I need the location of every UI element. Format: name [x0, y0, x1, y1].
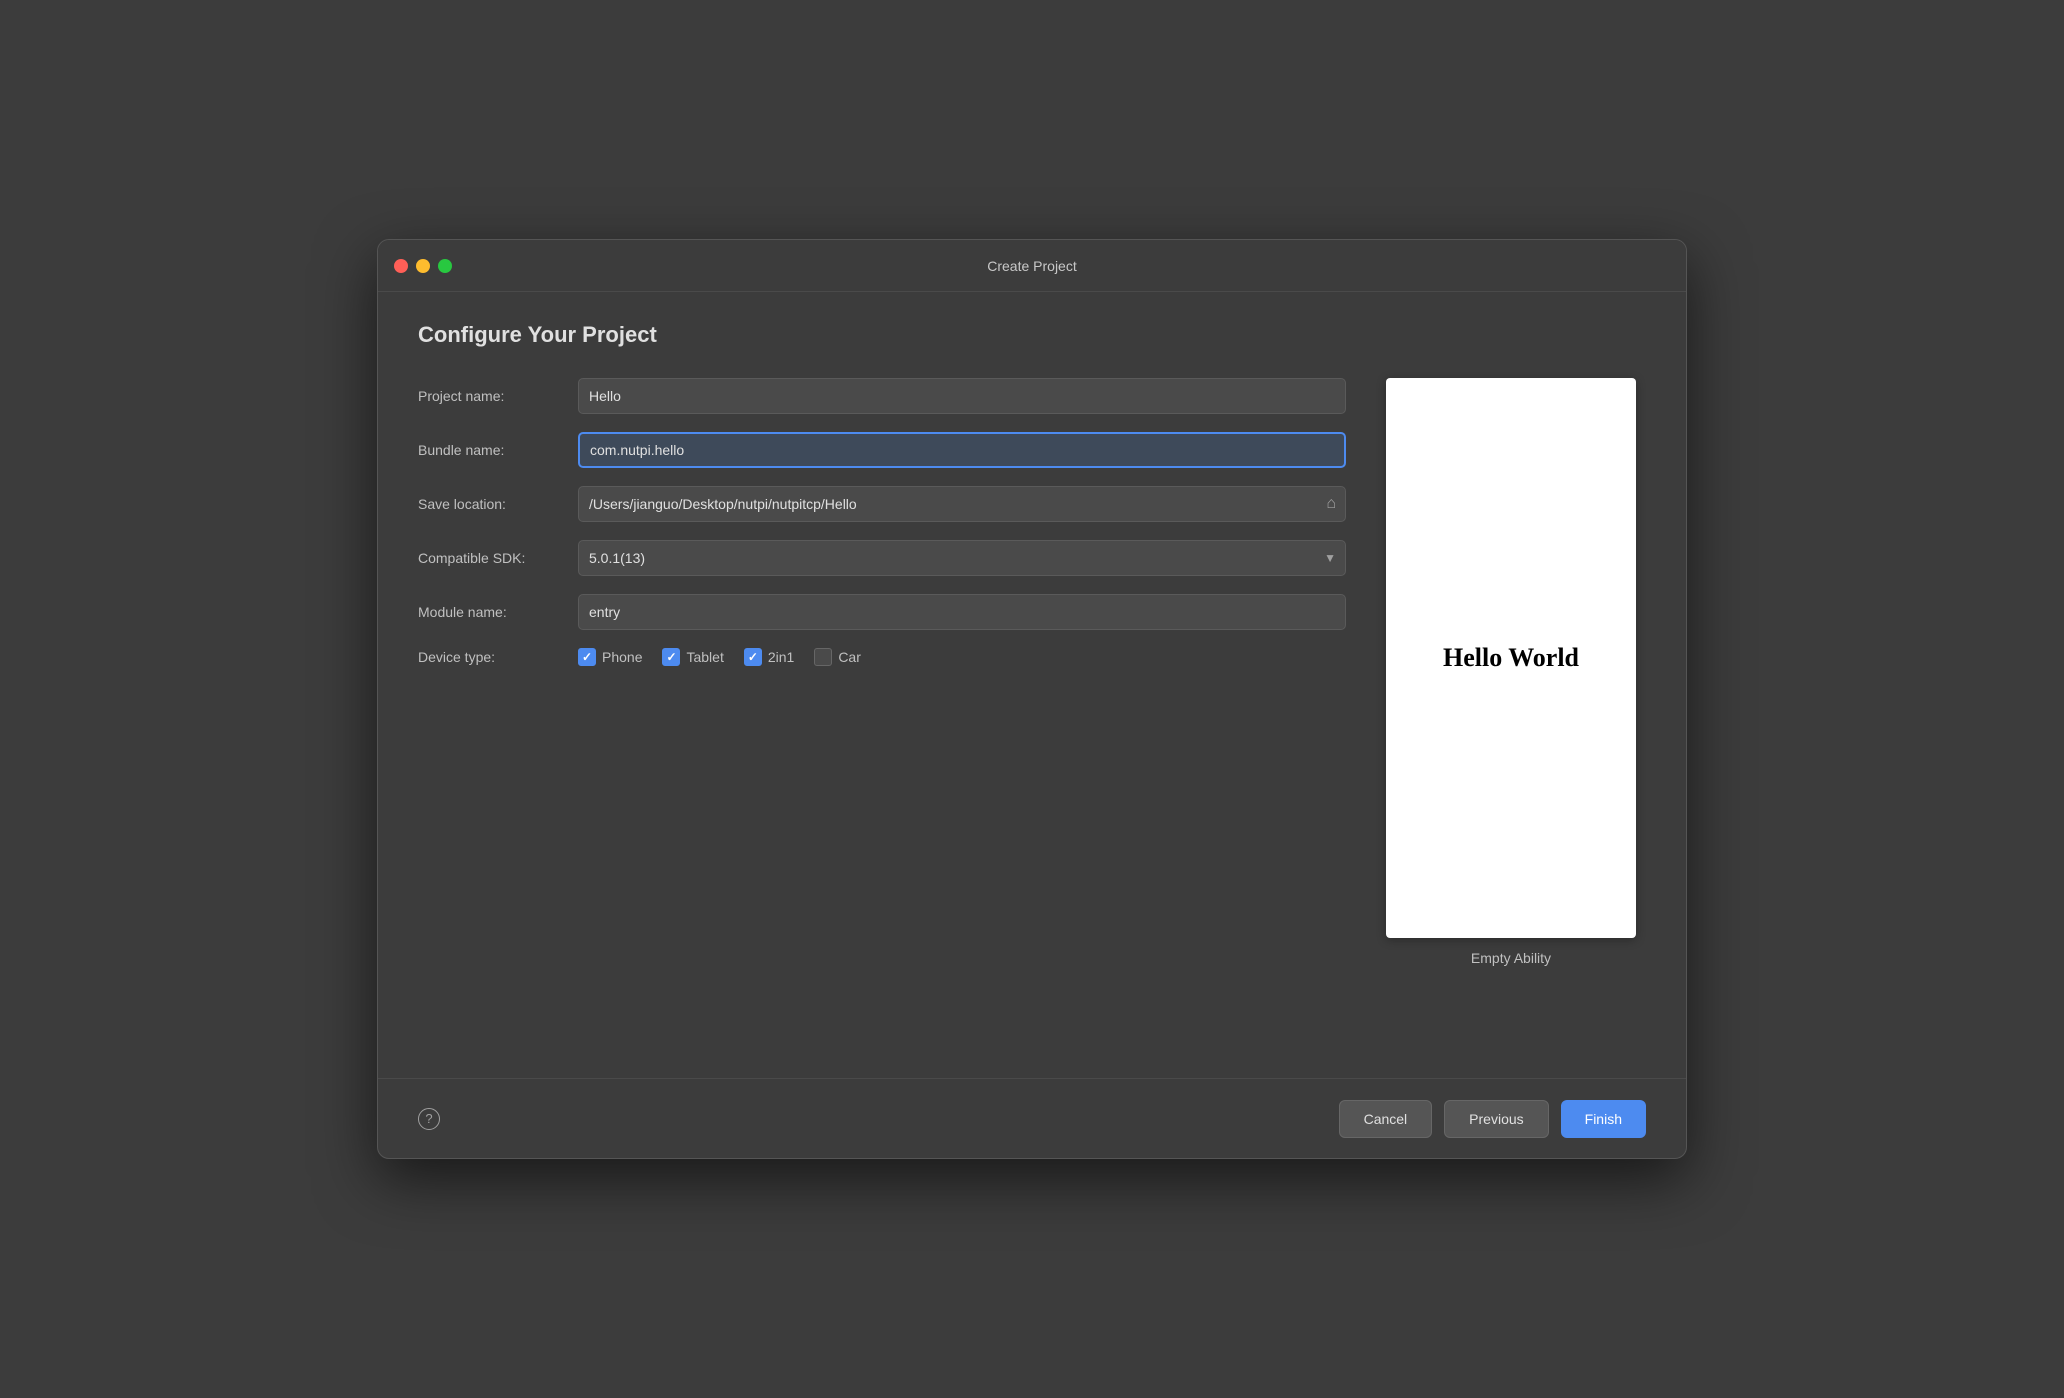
- 2in1-label: 2in1: [768, 649, 794, 665]
- device-type-row: Device type: ✓ Phone ✓ Tablet: [418, 648, 1346, 666]
- cancel-button[interactable]: Cancel: [1339, 1100, 1433, 1138]
- project-name-input[interactable]: [578, 378, 1346, 414]
- preview-phone: Hello World: [1386, 378, 1636, 938]
- bundle-name-row: Bundle name:: [418, 432, 1346, 468]
- module-name-label: Module name:: [418, 604, 578, 620]
- finish-button[interactable]: Finish: [1561, 1100, 1646, 1138]
- phone-label: Phone: [602, 649, 642, 665]
- module-name-input[interactable]: [578, 594, 1346, 630]
- content-area: Configure Your Project Project name: Bun…: [378, 292, 1686, 1078]
- phone-checkmark: ✓: [582, 650, 592, 664]
- phone-checkbox-item[interactable]: ✓ Phone: [578, 648, 642, 666]
- create-project-window: Create Project Configure Your Project Pr…: [377, 239, 1687, 1159]
- footer-buttons: Cancel Previous Finish: [1339, 1100, 1646, 1138]
- device-type-label: Device type:: [418, 649, 578, 665]
- tablet-checkmark: ✓: [666, 650, 676, 664]
- save-location-row: Save location: ⌂: [418, 486, 1346, 522]
- 2in1-checkbox[interactable]: ✓: [744, 648, 762, 666]
- previous-button[interactable]: Previous: [1444, 1100, 1548, 1138]
- module-name-row: Module name:: [418, 594, 1346, 630]
- page-title: Configure Your Project: [418, 322, 1646, 348]
- tablet-checkbox[interactable]: ✓: [662, 648, 680, 666]
- help-icon[interactable]: ?: [418, 1108, 440, 1130]
- compatible-sdk-row: Compatible SDK: 5.0.1(13) ▼: [418, 540, 1346, 576]
- compatible-sdk-label: Compatible SDK:: [418, 550, 578, 566]
- main-area: Project name: Bundle name: Save location…: [418, 378, 1646, 1078]
- save-location-wrapper: ⌂: [578, 486, 1346, 522]
- save-location-label: Save location:: [418, 496, 578, 512]
- sdk-select[interactable]: 5.0.1(13): [578, 540, 1346, 576]
- bundle-name-label: Bundle name:: [418, 442, 578, 458]
- 2in1-checkmark: ✓: [748, 650, 758, 664]
- car-checkbox[interactable]: [814, 648, 832, 666]
- tablet-checkbox-item[interactable]: ✓ Tablet: [662, 648, 723, 666]
- project-name-row: Project name:: [418, 378, 1346, 414]
- device-type-options: ✓ Phone ✓ Tablet ✓: [578, 648, 861, 666]
- maximize-button[interactable]: [438, 259, 452, 273]
- project-name-label: Project name:: [418, 388, 578, 404]
- phone-checkbox[interactable]: ✓: [578, 648, 596, 666]
- traffic-lights: [394, 259, 452, 273]
- minimize-button[interactable]: [416, 259, 430, 273]
- close-button[interactable]: [394, 259, 408, 273]
- hello-world-text: Hello World: [1443, 643, 1579, 673]
- car-checkbox-item[interactable]: Car: [814, 648, 861, 666]
- preview-label: Empty Ability: [1471, 950, 1551, 966]
- folder-icon[interactable]: ⌂: [1326, 495, 1336, 513]
- car-label: Car: [838, 649, 861, 665]
- title-bar: Create Project: [378, 240, 1686, 292]
- footer: ? Cancel Previous Finish: [378, 1078, 1686, 1158]
- 2in1-checkbox-item[interactable]: ✓ 2in1: [744, 648, 794, 666]
- preview-section: Hello World Empty Ability: [1376, 378, 1646, 1078]
- bundle-name-input[interactable]: [578, 432, 1346, 468]
- help-symbol: ?: [425, 1111, 432, 1126]
- save-location-input[interactable]: [578, 486, 1346, 522]
- sdk-select-wrapper: 5.0.1(13) ▼: [578, 540, 1346, 576]
- window-title: Create Project: [987, 258, 1076, 274]
- form-section: Project name: Bundle name: Save location…: [418, 378, 1346, 1078]
- tablet-label: Tablet: [686, 649, 723, 665]
